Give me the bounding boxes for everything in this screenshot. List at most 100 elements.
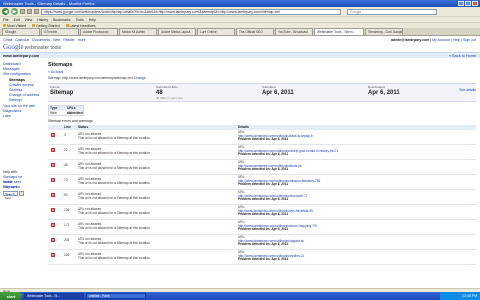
sitemap-summary: Format Sitemap Submitted URLs 48 48 URLs… — [48, 83, 476, 102]
table-row: ✕ 106 URL not allowed This url is not al… — [48, 205, 476, 220]
row-details: URL: http://www.iamtepary.com/rodibooks/… — [238, 190, 476, 204]
row-status-desc: This url is not allowed for a Sitemap at… — [78, 210, 151, 215]
address-bar[interactable]: https://www.google.com/webmasters/tools/… — [41, 8, 341, 15]
help-search-go-button[interactable] — [19, 191, 24, 196]
tab[interactable]: iGoogle — [2, 28, 40, 35]
start-button[interactable]: start — [0, 292, 22, 300]
go-back-link[interactable]: « Go back — [48, 70, 476, 74]
row-detected: Problem detected on: Apr 6, 2011 — [238, 242, 289, 247]
menu-history[interactable]: History — [37, 18, 48, 22]
page-content: Gmail Calendar Documents Web Reader more… — [0, 36, 480, 288]
help-link-help-center[interactable]: Help center — [3, 185, 25, 190]
error-icon: ✕ — [51, 223, 55, 227]
errors-heading: Sitemap errors and warnings — [48, 119, 93, 123]
site-bar: www.iamtepary.com « Back to Home — [0, 52, 480, 58]
tab-active[interactable]: Webmaster Tools - Sitem... — [314, 28, 364, 35]
taskbar-item-firefox[interactable]: Webmaster Tools - Si... — [24, 293, 84, 299]
nav-labs[interactable]: Labs — [3, 114, 43, 119]
help-link[interactable]: Help — [453, 38, 460, 42]
row-details: URL: http://www.iamtepary.com/rodibooks/… — [238, 145, 476, 159]
tab[interactable]: Adobe Media Layout — [158, 28, 196, 35]
row-status: URL not allowed This url is not allowed … — [78, 130, 238, 144]
row-detected: Problem detected on: Apr 6, 2011 — [238, 152, 289, 157]
row-detected: Problem detected on: Apr 6, 2011 — [238, 227, 289, 232]
row-details: URL: http://www.iamtepary.com/rodibooks/… — [238, 250, 476, 264]
link-reader[interactable]: Reader — [63, 38, 74, 42]
forward-button[interactable]: ▶ — [11, 8, 18, 15]
error-icon: ✕ — [51, 193, 55, 197]
webmaster-tools-logo[interactable]: Google webmaster tools — [3, 43, 61, 51]
tab[interactable]: Streaming - Cool Gadgets — [365, 28, 403, 35]
bookmark-getting-started[interactable]: Getting Started — [32, 24, 60, 28]
search-input[interactable]: Google — [347, 8, 437, 15]
row-details: URL: http://www.iamtepary.com/rodibooks/… — [238, 175, 476, 189]
row-details: URL: http://www.iamtepary.com/rodibooks/… — [238, 160, 476, 174]
change-link[interactable]: Change — [134, 76, 146, 80]
tab[interactable]: YouTube - Broadcast — [275, 28, 313, 35]
row-line: 3 — [64, 133, 66, 137]
row-line: 203 — [64, 238, 70, 242]
window-title: Webmaster Tools - Sitemap Details - Mozi… — [3, 1, 95, 6]
tab[interactable]: GTmetrix — [41, 28, 79, 35]
close-button[interactable] — [472, 1, 478, 6]
link-more[interactable]: more — [78, 38, 86, 42]
row-status: URL not allowed This url is not allowed … — [78, 160, 238, 174]
menu-file[interactable]: File — [3, 18, 9, 22]
summary-label: Submitted URLs — [156, 85, 178, 89]
row-line: 226 — [64, 253, 70, 257]
error-icon: ✕ — [51, 178, 55, 182]
tab[interactable]: Lure Online — [197, 28, 235, 35]
row-status: URL not allowed This url is not allowed … — [78, 175, 238, 189]
menu-tools[interactable]: Tools — [76, 18, 84, 22]
row-status-desc: This url is not allowed for a Sitemap at… — [78, 180, 151, 185]
taskbar-item-paint[interactable]: untitled - Paint — [86, 293, 146, 299]
row-details: URL: http://www.iamtepary.com/rodibooks/… — [238, 205, 476, 219]
row-status: URL not allowed This url is not allowed … — [78, 145, 238, 159]
row-line: 48 — [64, 163, 68, 167]
tab[interactable]: The Official SEO — [236, 28, 274, 35]
tab-bar: iGoogle GTmetrix Adobe Photoshop Media K… — [0, 28, 480, 36]
row-status-desc: This url is not allowed for a Sitemap at… — [78, 240, 151, 245]
google-bar: Gmail Calendar Documents Web Reader more — [3, 38, 86, 42]
row-status: URL not allowed This url is not allowed … — [78, 205, 238, 219]
row-status-desc: This url is not allowed for a Sitemap at… — [78, 225, 151, 230]
see-details-link[interactable]: See details — [459, 88, 476, 92]
row-details: URL: http://www.iamtepary.com/rodibooks/… — [238, 130, 476, 144]
types-row: Web 48 — [49, 111, 83, 116]
row-detected: Problem detected on: Apr 6, 2011 — [238, 137, 289, 142]
home-button[interactable] — [34, 9, 39, 14]
errors-table-body: ✕ 3 URL not allowed This url is not allo… — [48, 130, 476, 265]
bookmark-most-visited[interactable]: Most Visited — [3, 24, 26, 28]
row-detected: Problem detected on: Apr 6, 2011 — [238, 182, 289, 187]
reload-button[interactable] — [20, 9, 25, 14]
menu-edit[interactable]: Edit — [14, 18, 20, 22]
minimize-button[interactable] — [458, 1, 464, 6]
system-tray-clock: 12:48 PM — [440, 292, 480, 300]
account-area: admin@iamtepary.com | My Account | Help … — [391, 38, 476, 42]
help-search-input[interactable]: Search help — [3, 191, 18, 200]
summary-sub: 48 URLs in web index — [156, 96, 184, 100]
summary-downloaded: Downloaded Apr 6, 2011 — [368, 85, 400, 96]
sign-out-link[interactable]: Sign out — [463, 38, 476, 42]
link-documents[interactable]: Documents — [32, 38, 50, 42]
menu-help[interactable]: Help — [89, 18, 96, 22]
tab[interactable]: Media Kit Admin — [119, 28, 157, 35]
link-web[interactable]: Web — [53, 38, 60, 42]
link-gmail[interactable]: Gmail — [3, 38, 12, 42]
stop-button[interactable] — [27, 9, 32, 14]
my-account-link[interactable]: My Account — [432, 38, 450, 42]
back-button[interactable]: ◀ — [2, 8, 9, 15]
menu-bookmarks[interactable]: Bookmarks — [53, 18, 71, 22]
bookmark-latest-headlines[interactable]: Latest Headlines — [66, 24, 96, 28]
maximize-button[interactable] — [465, 1, 471, 6]
taskbar: start Webmaster Tools - Si... untitled -… — [0, 292, 480, 300]
menu-view[interactable]: View — [25, 18, 33, 22]
back-to-home-link[interactable]: « Back to Home — [449, 54, 476, 58]
types-row-type: Web — [50, 110, 57, 115]
tab[interactable]: Adobe Photoshop — [80, 28, 118, 35]
summary-label: Submitted — [262, 85, 276, 89]
link-calendar[interactable]: Calendar — [15, 38, 29, 42]
table-row: ✕ 93 URL not allowed This url is not all… — [48, 190, 476, 205]
summary-value: Apr 6, 2011 — [368, 90, 400, 96]
row-status: URL not allowed This url is not allowed … — [78, 190, 238, 204]
